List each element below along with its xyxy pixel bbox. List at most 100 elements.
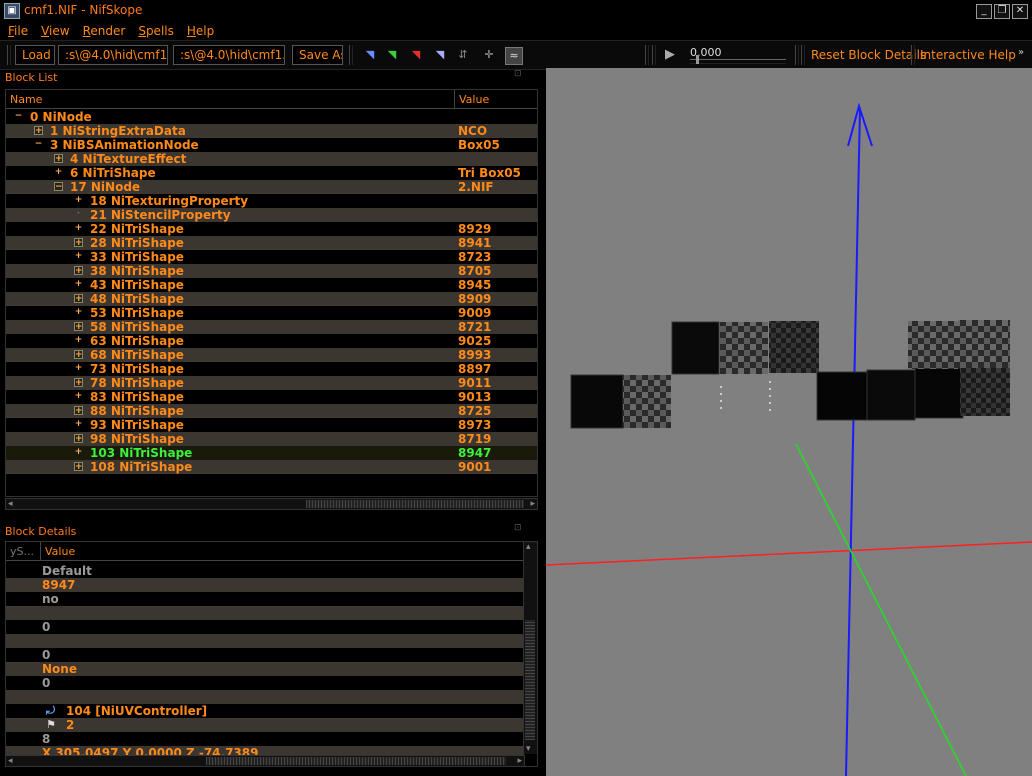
tree-row[interactable]: +4 NiTextureEffect [6,152,537,166]
tree-row[interactable]: +38 NiTriShape 8705 [6,264,537,278]
details-hscrollbar[interactable]: ◂ ▸ [5,755,525,767]
expand-icon[interactable]: + [74,252,83,261]
tree-row[interactable]: +43 NiTriShape 8945 [6,278,537,292]
tree-row[interactable]: +108 NiTriShape 9001 [6,460,537,474]
save-path-field[interactable]: :s\@4.0\hid\cmf1.NIF [173,45,285,65]
collapse-icon[interactable]: − [34,140,43,149]
details-row[interactable] [6,690,524,704]
interactive-help-button[interactable]: Interactive Help [920,48,1016,62]
toolbar-handle[interactable] [7,45,11,65]
view-front-icon[interactable]: ◥ [384,47,400,63]
hscroll-thumb[interactable] [306,500,524,508]
tree-row[interactable]: +63 NiTriShape 9025 [6,334,537,348]
block-list-undock-icon[interactable]: ⊡ [514,69,522,79]
column-header-name[interactable]: Name [6,90,455,109]
scroll-up-icon[interactable]: ▴ [526,542,531,552]
toolbar-handle-2[interactable] [652,45,656,65]
expand-icon[interactable]: + [74,364,83,373]
tree-row[interactable]: +88 NiTriShape 8725 [6,404,537,418]
tree-row[interactable]: +33 NiTriShape 8723 [6,250,537,264]
save-as-button[interactable]: Save As [292,45,343,65]
flip-view-icon[interactable]: ⇵ [455,47,471,63]
tree-row[interactable]: +28 NiTriShape 8941 [6,236,537,250]
tree-row[interactable]: +83 NiTriShape 9013 [6,390,537,404]
menu-spells[interactable]: Spells [130,22,179,38]
details-row[interactable]: 8947 [6,578,524,592]
expand-icon[interactable]: + [74,238,83,248]
expand-icon[interactable]: + [74,448,83,457]
details-scroll-left-icon[interactable]: ◂ [8,756,13,766]
expand-icon[interactable]: + [74,294,83,304]
expand-icon[interactable]: + [54,154,63,164]
menu-file[interactable]: File [0,22,33,38]
expand-icon[interactable]: + [74,224,83,233]
tree-row[interactable]: +73 NiTriShape 8897 [6,362,537,376]
scroll-right-icon[interactable]: ▸ [530,499,535,509]
details-row[interactable]: 8 [6,732,524,746]
expand-icon[interactable]: + [54,168,63,177]
tree-row[interactable]: · 21 NiStencilProperty [6,208,537,222]
menu-render[interactable]: Render [75,22,131,38]
block-list-hscrollbar[interactable]: ◂ ▸ [5,498,538,510]
column-header-value[interactable]: Value [455,90,537,109]
time-slider-handle[interactable] [696,55,699,64]
walk-mode-icon[interactable]: ≈ [505,47,523,65]
toolbar-handle-3[interactable] [801,45,805,65]
collapse-icon[interactable]: − [54,182,63,192]
details-vscrollbar[interactable]: ▴ ▾ [523,542,537,754]
tree-row[interactable]: −17 NiNode 2.NIF [6,180,537,194]
view-top-icon[interactable]: ◥ [362,47,378,63]
perspective-icon[interactable]: ✛ [481,47,497,63]
tree-row[interactable]: +48 NiTriShape 8909 [6,292,537,306]
expand-icon[interactable]: + [34,126,43,136]
scroll-down-icon[interactable]: ▾ [526,744,531,754]
scene-render[interactable] [546,68,1032,776]
tree-row[interactable]: +22 NiTriShape 8929 [6,222,537,236]
block-details-table[interactable]: yS... Value Default 8947 no 0 0 None 0 ⤾ 104 [Ni… [5,541,538,767]
load-button[interactable]: Load [15,45,55,65]
expand-icon[interactable]: + [74,462,83,472]
details-row[interactable] [6,606,524,620]
close-button[interactable]: ✕ [1012,4,1028,19]
details-row[interactable] [6,634,524,648]
details-row[interactable]: ⚑ 2 [6,718,524,732]
restore-button[interactable]: ❐ [994,4,1010,19]
expand-icon[interactable]: + [74,406,83,416]
tree-row[interactable]: +93 NiTriShape 8973 [6,418,537,432]
tree-row[interactable]: +53 NiTriShape 9009 [6,306,537,320]
view-user-icon[interactable]: ◥ [432,47,448,63]
tree-row[interactable]: +1 NiStringExtraData NCO [6,124,537,138]
expand-icon[interactable]: + [74,392,83,401]
menu-help[interactable]: Help [179,22,219,38]
tree-row[interactable]: +103 NiTriShape 8947 [6,446,537,460]
tree-row[interactable]: +98 NiTriShape 8719 [6,432,537,446]
menu-view[interactable]: View [33,22,74,38]
reset-block-details-button[interactable]: Reset Block Details [811,48,926,62]
tree-row[interactable]: −0 NiNode [6,110,537,124]
expand-icon[interactable]: + [74,266,83,276]
details-column-header-name[interactable]: yS... [6,542,41,561]
expand-icon[interactable]: + [74,378,83,388]
tree-row[interactable]: +68 NiTriShape 8993 [6,348,537,362]
tree-row[interactable]: +58 NiTriShape 8721 [6,320,537,334]
details-row[interactable]: 0 [6,620,524,634]
expand-icon[interactable]: + [74,322,83,332]
tree-row[interactable]: +78 NiTriShape 9011 [6,376,537,390]
render-viewport[interactable] [546,68,1032,776]
tree-row[interactable]: −3 NiBSAnimationNode Box05 [6,138,537,152]
details-row[interactable]: None [6,662,524,676]
tree-row[interactable]: +6 NiTriShape Tri Box05 [6,166,537,180]
expand-icon[interactable]: + [74,336,83,345]
details-scroll-right-icon[interactable]: ▸ [517,756,522,766]
view-side-icon[interactable]: ◥ [408,47,424,63]
details-row[interactable]: no [6,592,524,606]
play-icon[interactable]: ▶ [662,47,678,63]
block-list-tree[interactable]: Name Value −0 NiNode +1 NiStringExtraData… [5,89,538,497]
minimize-button[interactable]: _ [976,4,992,19]
expand-icon[interactable]: + [74,434,83,444]
expand-icon[interactable]: + [74,420,83,429]
details-row[interactable]: 0 [6,648,524,662]
collapse-icon[interactable]: − [14,112,23,121]
toolbar-extension-icon[interactable]: » [1018,47,1024,58]
vscroll-thumb[interactable] [525,620,535,740]
